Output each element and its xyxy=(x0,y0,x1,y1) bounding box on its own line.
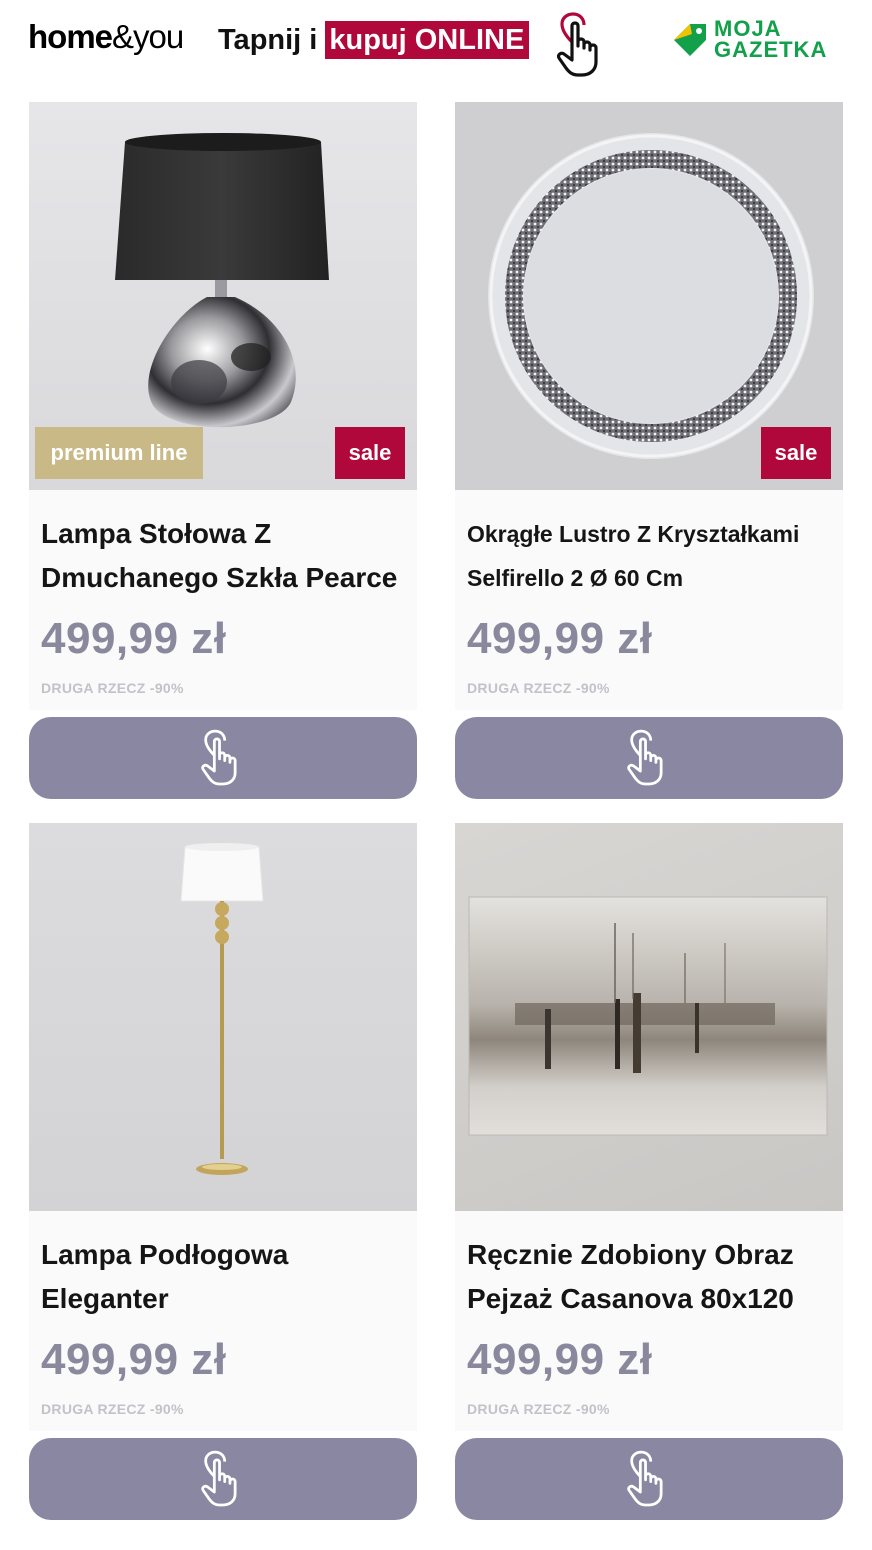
product-title[interactable]: Lampa Podłogowa Eleganter xyxy=(41,1233,411,1321)
tap-hand-icon xyxy=(197,1450,249,1508)
tap-hand-icon xyxy=(197,729,249,787)
product-info: Lampa Podłogowa Eleganter 499,99 zł DRUG… xyxy=(29,1211,417,1431)
header: home&you Tapnij i kupuj ONLINE MOJA GAZE… xyxy=(0,0,872,90)
sale-badge: sale xyxy=(335,427,405,479)
brand-light: &you xyxy=(112,18,184,55)
sale-badge: sale xyxy=(761,427,831,479)
premium-line-badge: premium line xyxy=(35,427,203,479)
product-price: 499,99 zł xyxy=(41,614,227,663)
promo-note: DRUGA RZECZ -90% xyxy=(467,680,610,696)
buy-online-button[interactable] xyxy=(29,717,417,799)
product-info: Okrągłe Lustro Z Kryształkami Selfirello… xyxy=(455,490,843,710)
home-and-you-logo[interactable]: home&you xyxy=(28,18,184,56)
promo-note: DRUGA RZECZ -90% xyxy=(41,1401,184,1417)
promo-note: DRUGA RZECZ -90% xyxy=(41,680,184,696)
product-info: Ręcznie Zdobiony Obraz Pejzaż Casanova 8… xyxy=(455,1211,843,1431)
tap-hand-icon[interactable] xyxy=(552,12,612,78)
product-title[interactable]: Lampa Stołowa Z Dmuchanego Szkła Pearce xyxy=(41,512,411,600)
product-info: Lampa Stołowa Z Dmuchanego Szkła Pearce … xyxy=(29,490,417,710)
product-image-table-lamp[interactable]: premium line sale xyxy=(29,102,417,490)
tap-hand-icon xyxy=(623,1450,675,1508)
product-price: 499,99 zł xyxy=(41,1335,227,1384)
shop-online-banner[interactable]: Tapnij i kupuj ONLINE xyxy=(218,20,530,60)
product-image-floor-lamp[interactable] xyxy=(29,823,417,1211)
product-card[interactable]: Lampa Podłogowa Eleganter 499,99 zł DRUG… xyxy=(29,823,417,1523)
product-title[interactable]: Ręcznie Zdobiony Obraz Pejzaż Casanova 8… xyxy=(467,1233,837,1321)
tap-hand-icon xyxy=(623,729,675,787)
product-title[interactable]: Okrągłe Lustro Z Kryształkami Selfirello… xyxy=(467,512,837,600)
buy-online-button[interactable] xyxy=(455,717,843,799)
floor-lamp-illustration xyxy=(180,843,264,1175)
abstract-painting-illustration xyxy=(468,896,828,1136)
promo-note: DRUGA RZECZ -90% xyxy=(467,1401,610,1417)
partner-line-1: MOJA xyxy=(714,16,782,41)
product-price: 499,99 zł xyxy=(467,614,653,663)
partner-name: MOJA GAZETKA xyxy=(714,16,828,62)
partner-line-2: GAZETKA xyxy=(714,37,828,62)
tagline-highlight: kupuj ONLINE xyxy=(325,21,530,59)
moja-gazetka-logo[interactable]: MOJA GAZETKA xyxy=(672,18,847,62)
product-image-abstract-painting[interactable] xyxy=(455,823,843,1211)
tagline-plain: Tapnij i xyxy=(218,23,318,56)
product-image-round-mirror[interactable]: sale xyxy=(455,102,843,490)
buy-online-button[interactable] xyxy=(29,1438,417,1520)
product-card[interactable]: Ręcznie Zdobiony Obraz Pejzaż Casanova 8… xyxy=(455,823,843,1523)
brand-bold: home xyxy=(28,18,113,55)
product-card[interactable]: premium line sale Lampa Stołowa Z Dmucha… xyxy=(29,102,417,802)
price-tag-icon xyxy=(674,24,706,56)
product-card[interactable]: sale Okrągłe Lustro Z Kryształkami Selfi… xyxy=(455,102,843,802)
buy-online-button[interactable] xyxy=(455,1438,843,1520)
product-price: 499,99 zł xyxy=(467,1335,653,1384)
